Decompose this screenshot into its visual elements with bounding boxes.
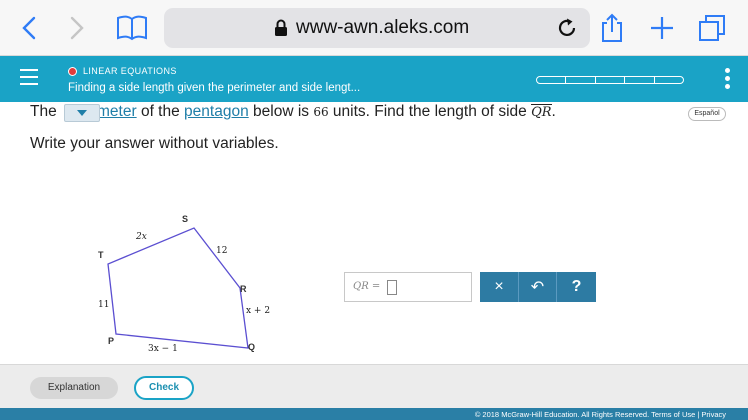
topic-label: LINEAR EQUATIONS: [83, 66, 177, 76]
vertex-label-t: T: [98, 250, 104, 260]
vertex-label-p: P: [108, 336, 115, 346]
answer-prefix: QR =: [353, 281, 381, 292]
back-icon[interactable]: [14, 12, 44, 44]
question-text: The meter of the pentagon below is 66 un…: [30, 103, 556, 121]
progress-segment: [596, 77, 626, 83]
browser-toolbar: www-awn.aleks.com: [0, 0, 748, 56]
explanation-button[interactable]: Explanation: [30, 377, 118, 399]
side-label-pq: 3x − 1: [148, 344, 178, 354]
lock-icon: [274, 19, 288, 42]
forward-icon[interactable]: [62, 12, 92, 44]
side-name: QR: [531, 104, 552, 120]
chevron-down-icon: [77, 110, 87, 116]
side-label-rq: x + 2: [246, 306, 271, 316]
reload-icon[interactable]: [556, 17, 578, 44]
progress-segment: [655, 77, 683, 83]
share-icon[interactable]: [596, 12, 628, 44]
side-label-sr: 12: [216, 246, 228, 256]
espanol-button[interactable]: Español: [688, 107, 726, 121]
topic-status-icon: [68, 66, 77, 76]
question-part: below is: [248, 103, 314, 120]
help-button[interactable]: ?: [556, 272, 596, 302]
side-label-tp: 11: [98, 300, 110, 310]
pentagon-figure: S T R P Q 2x 12 x + 2 3x − 1 11: [90, 208, 290, 368]
vertex-label-q: Q: [248, 342, 256, 352]
topic-row: LINEAR EQUATIONS: [68, 66, 177, 76]
footer-text: © 2018 McGraw-Hill Education. All Rights…: [474, 410, 726, 419]
url-text: www-awn.aleks.com: [296, 17, 470, 38]
progress-segment: [566, 77, 596, 83]
question-part: .: [551, 103, 556, 120]
new-tab-icon[interactable]: [646, 12, 678, 44]
vertex-label-r: R: [240, 284, 247, 294]
subtopic-title: Finding a side length given the perimete…: [68, 82, 361, 94]
pentagon-glossary-link[interactable]: pentagon: [184, 103, 249, 120]
question-part: units. Find the length of side: [328, 103, 532, 120]
bottom-toolbar: Explanation Check: [0, 364, 748, 408]
address-bar[interactable]: www-awn.aleks.com: [164, 8, 590, 48]
perimeter-glossary-link[interactable]: meter: [97, 103, 137, 120]
clear-button[interactable]: ×: [480, 272, 518, 302]
tabs-icon[interactable]: [696, 12, 728, 44]
progress-segment: [537, 77, 567, 83]
question-part: The: [30, 103, 62, 120]
question-part: of the: [136, 103, 185, 120]
more-options-icon[interactable]: [725, 68, 731, 92]
answer-input[interactable]: QR =: [344, 272, 472, 302]
glossary-dropdown[interactable]: [64, 104, 100, 122]
bookmarks-icon[interactable]: [114, 12, 150, 44]
menu-icon[interactable]: [20, 69, 38, 90]
footer: © 2018 McGraw-Hill Education. All Rights…: [0, 408, 748, 420]
aleks-header: LINEAR EQUATIONS Finding a side length g…: [0, 56, 748, 102]
perimeter-value: 66: [313, 105, 329, 119]
check-button[interactable]: Check: [134, 376, 194, 400]
undo-button[interactable]: ↶: [518, 272, 556, 302]
answer-slot[interactable]: [387, 280, 397, 295]
instruction-text: Write your answer without variables.: [30, 135, 279, 152]
vertex-label-s: S: [182, 214, 189, 224]
side-label-ts: 2x: [136, 232, 147, 242]
progress-segment: [625, 77, 655, 83]
topic-progress-bar: [536, 76, 684, 84]
